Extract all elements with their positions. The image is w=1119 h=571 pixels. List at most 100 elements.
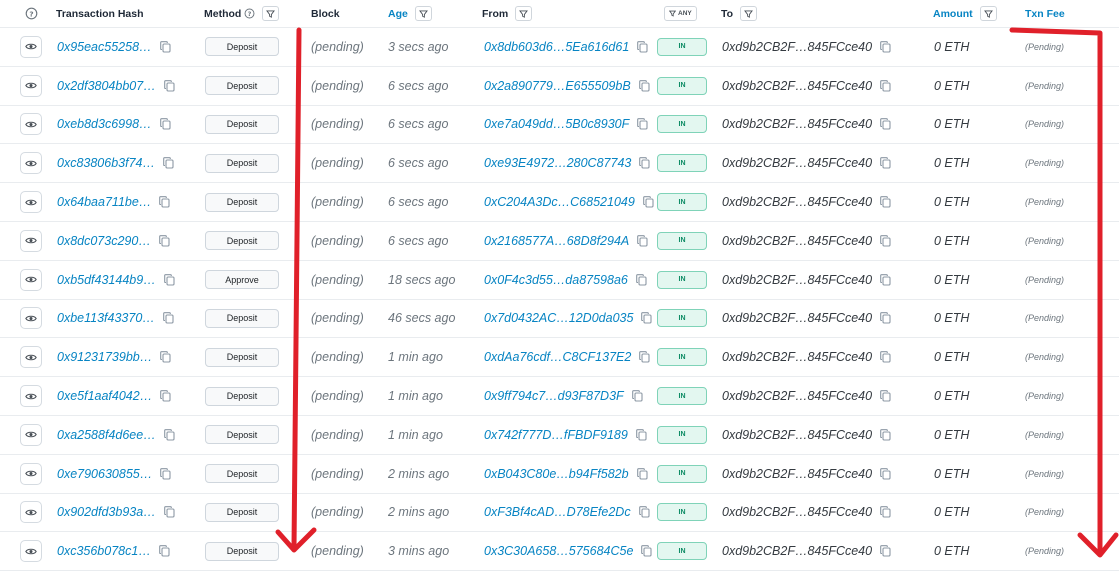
amount-filter-icon[interactable] [979, 6, 997, 21]
header-amount-label[interactable]: Amount [933, 8, 973, 20]
from-address-link[interactable]: 0x3C30A658…575684C5e [484, 544, 633, 558]
copy-icon[interactable] [635, 429, 647, 441]
eye-icon[interactable] [20, 152, 42, 175]
copy-icon[interactable] [880, 312, 891, 325]
tx-hash-link[interactable]: 0xa2588f4d6ee… [57, 428, 156, 442]
copy-icon[interactable] [880, 351, 891, 363]
from-address-link[interactable]: 0x9ff794c7…d93F87D3F [484, 389, 624, 403]
tx-hash-link[interactable]: 0xe5f1aaf4042… [57, 389, 152, 403]
copy-icon[interactable] [637, 118, 648, 131]
from-address-link[interactable]: 0xe93E4972…280C87743 [484, 156, 631, 170]
copy-icon[interactable] [163, 79, 175, 92]
copy-icon[interactable] [641, 545, 652, 557]
eye-icon[interactable] [20, 307, 42, 330]
tx-hash-link[interactable]: 0xeb8d3c6998… [57, 117, 152, 131]
any-filter-button[interactable]: ANY [664, 6, 697, 21]
eye-icon[interactable] [20, 540, 42, 563]
header-age[interactable]: Age [388, 0, 432, 27]
copy-icon[interactable] [880, 390, 891, 402]
method-filter-icon[interactable] [262, 6, 280, 21]
from-address-link[interactable]: 0x742f777D…fFBDF9189 [484, 428, 628, 442]
copy-icon[interactable] [880, 118, 891, 131]
eye-icon[interactable] [20, 385, 42, 408]
tx-hash-link[interactable]: 0x91231739bb… [57, 350, 152, 364]
tx-hash-link[interactable]: 0x64baa711be… [57, 195, 151, 209]
from-address-link[interactable]: 0xe7a049dd…5B0c8930F [484, 117, 629, 131]
copy-icon[interactable] [159, 41, 171, 53]
header-age-label[interactable]: Age [388, 8, 408, 20]
copy-icon[interactable] [163, 506, 175, 519]
copy-icon[interactable] [160, 351, 171, 363]
copy-icon[interactable] [636, 273, 647, 286]
copy-icon[interactable] [880, 429, 891, 441]
from-address-link[interactable]: 0xdAa76cdf…C8CF137E2 [484, 350, 631, 364]
header-txn-fee[interactable]: Txn Fee [1025, 0, 1065, 27]
eye-icon[interactable] [20, 346, 42, 369]
copy-icon[interactable] [163, 157, 174, 169]
tx-hash-link[interactable]: 0x8dc073c290… [57, 234, 151, 248]
copy-icon[interactable] [880, 157, 891, 169]
copy-icon[interactable] [160, 390, 171, 402]
copy-icon[interactable] [159, 196, 170, 208]
from-address-link[interactable]: 0xB043C80e…b94Ff582b [484, 467, 629, 481]
txn-fee-text: (Pending) [1025, 391, 1065, 402]
eye-icon[interactable] [20, 423, 42, 446]
copy-icon[interactable] [159, 118, 171, 131]
copy-icon[interactable] [163, 273, 175, 286]
eye-icon[interactable] [20, 268, 42, 291]
from-address-link[interactable]: 0xC204A3Dc…C68521049 [484, 195, 635, 209]
copy-icon[interactable] [880, 41, 891, 53]
copy-icon[interactable] [636, 467, 648, 480]
eye-icon[interactable] [20, 501, 42, 524]
tx-hash-link[interactable]: 0xbe113f43370… [57, 311, 155, 325]
eye-icon[interactable] [20, 191, 42, 214]
tx-hash-link[interactable]: 0xc356b078c1… [57, 544, 151, 558]
copy-icon[interactable] [641, 312, 652, 325]
copy-icon[interactable] [162, 312, 174, 325]
copy-icon[interactable] [638, 506, 650, 519]
age-filter-icon[interactable] [414, 6, 432, 21]
direction-filter[interactable]: ANY [664, 0, 697, 27]
eye-icon[interactable] [20, 229, 42, 252]
copy-icon[interactable] [880, 467, 891, 480]
eye-icon[interactable] [20, 35, 42, 58]
copy-icon[interactable] [642, 196, 654, 208]
copy-icon[interactable] [639, 157, 650, 169]
from-address-link[interactable]: 0x2a890779…E655509bB [484, 79, 631, 93]
method-help-icon[interactable]: ? [244, 8, 255, 19]
from-address-link[interactable]: 0xF3Bf4cAD…D78Efe2Dc [484, 505, 631, 519]
copy-icon[interactable] [880, 273, 891, 286]
tx-hash-link[interactable]: 0x2df3804bb07… [57, 79, 156, 93]
header-amount[interactable]: Amount [933, 0, 997, 27]
tx-hash-link[interactable]: 0x95eac55258… [57, 40, 152, 54]
eye-icon[interactable] [20, 74, 42, 97]
copy-icon[interactable] [158, 545, 170, 557]
copy-icon[interactable] [880, 545, 891, 557]
copy-icon[interactable] [163, 429, 175, 441]
copy-icon[interactable] [639, 351, 650, 363]
method-badge: Deposit [205, 347, 279, 367]
copy-icon[interactable] [637, 41, 648, 53]
tx-hash-link[interactable]: 0xe790630855… [57, 467, 152, 481]
tx-hash-link[interactable]: 0x902dfd3b93a… [57, 505, 156, 519]
copy-icon[interactable] [880, 79, 891, 92]
from-address-link[interactable]: 0x8db603d6…5Ea616d61 [484, 40, 629, 54]
help-icon[interactable]: ? [25, 0, 38, 27]
eye-icon[interactable] [20, 462, 42, 485]
copy-icon[interactable] [880, 235, 891, 247]
copy-icon[interactable] [158, 235, 170, 247]
tx-hash-link[interactable]: 0xb5df43144b9… [57, 273, 156, 287]
copy-icon[interactable] [631, 390, 643, 402]
copy-icon[interactable] [880, 196, 891, 208]
from-filter-icon[interactable] [515, 6, 533, 21]
copy-icon[interactable] [880, 506, 891, 519]
from-address-link[interactable]: 0x2168577A…68D8f294A [484, 234, 629, 248]
from-address-link[interactable]: 0x0F4c3d55…da87598a6 [484, 273, 628, 287]
copy-icon[interactable] [160, 467, 171, 480]
eye-icon[interactable] [20, 113, 42, 136]
from-address-link[interactable]: 0x7d0432AC…12D0da035 [484, 311, 633, 325]
copy-icon[interactable] [638, 79, 650, 92]
to-filter-icon[interactable] [740, 6, 758, 21]
tx-hash-link[interactable]: 0xc83806b3f74… [57, 156, 155, 170]
copy-icon[interactable] [637, 235, 648, 247]
